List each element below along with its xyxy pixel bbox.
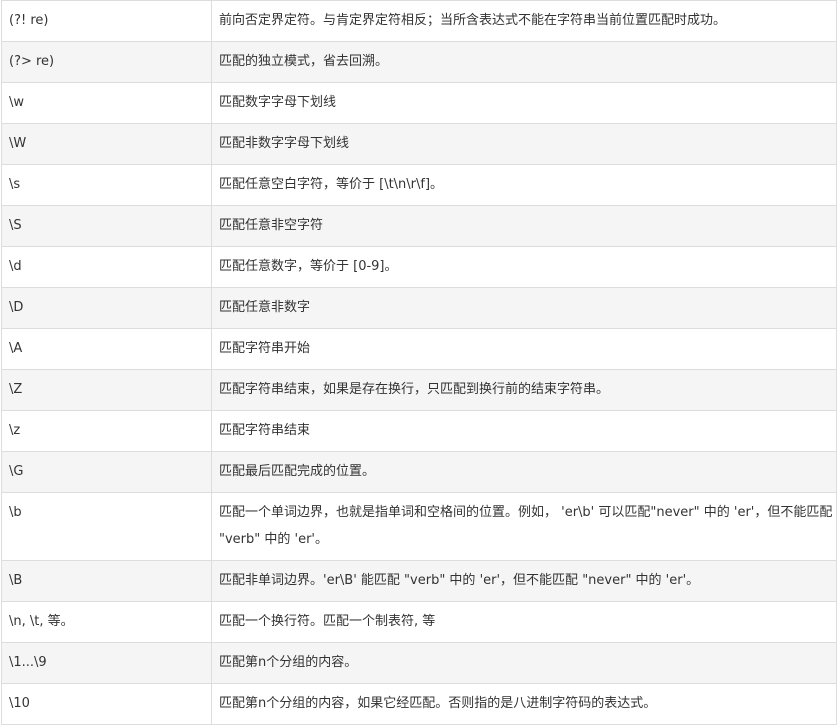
table-row: (?! re) 前向否定界定符。与肯定界定符相反；当所含表达式不能在字符串当前位… bbox=[1, 0, 837, 42]
pattern-cell: \W bbox=[1, 123, 212, 165]
table-row: \B 匹配非单词边界。'er\B' 能匹配 "verb" 中的 'er'，但不能… bbox=[1, 560, 837, 602]
table-row: \G 匹配最后匹配完成的位置。 bbox=[1, 451, 837, 493]
pattern-cell: \n, \t, 等。 bbox=[1, 601, 212, 643]
table-row: \b 匹配一个单词边界，也就是指单词和空格间的位置。例如， 'er\b' 可以匹… bbox=[1, 492, 837, 561]
description-cell: 匹配一个换行符。匹配一个制表符, 等 bbox=[211, 601, 837, 643]
table-row: \w 匹配数字字母下划线 bbox=[1, 82, 837, 124]
pattern-cell: \D bbox=[1, 287, 212, 329]
description-cell: 匹配第n个分组的内容，如果它经匹配。否则指的是八进制字符码的表达式。 bbox=[211, 683, 837, 725]
description-cell: 匹配非数字字母下划线 bbox=[211, 123, 837, 165]
regex-syntax-table: (?! re) 前向否定界定符。与肯定界定符相反；当所含表达式不能在字符串当前位… bbox=[1, 0, 837, 725]
description-cell: 前向否定界定符。与肯定界定符相反；当所含表达式不能在字符串当前位置匹配时成功。 bbox=[211, 0, 837, 42]
description-cell: 匹配任意非空字符 bbox=[211, 205, 837, 247]
description-cell: 匹配第n个分组的内容。 bbox=[211, 642, 837, 684]
table-row: (?> re) 匹配的独立模式，省去回溯。 bbox=[1, 41, 837, 83]
table-row: \s 匹配任意空白字符，等价于 [\t\n\r\f]。 bbox=[1, 164, 837, 206]
description-cell: 匹配任意非数字 bbox=[211, 287, 837, 329]
table-row: \W 匹配非数字字母下划线 bbox=[1, 123, 837, 165]
description-cell: 匹配字符串结束 bbox=[211, 410, 837, 452]
table-row: \S 匹配任意非空字符 bbox=[1, 205, 837, 247]
table-row: \D 匹配任意非数字 bbox=[1, 287, 837, 329]
pattern-cell: \b bbox=[1, 492, 212, 561]
description-cell: 匹配最后匹配完成的位置。 bbox=[211, 451, 837, 493]
table-row: \10 匹配第n个分组的内容，如果它经匹配。否则指的是八进制字符码的表达式。 bbox=[1, 683, 837, 725]
table-row: \1...\9 匹配第n个分组的内容。 bbox=[1, 642, 837, 684]
pattern-cell: \s bbox=[1, 164, 212, 206]
pattern-cell: \w bbox=[1, 82, 212, 124]
table-row: \z 匹配字符串结束 bbox=[1, 410, 837, 452]
pattern-cell: \G bbox=[1, 451, 212, 493]
pattern-cell: \10 bbox=[1, 683, 212, 725]
description-cell: 匹配任意空白字符，等价于 [\t\n\r\f]。 bbox=[211, 164, 837, 206]
description-cell: 匹配字符串开始 bbox=[211, 328, 837, 370]
table-row: \Z 匹配字符串结束，如果是存在换行，只匹配到换行前的结束字符串。 bbox=[1, 369, 837, 411]
description-cell: 匹配任意数字，等价于 [0-9]。 bbox=[211, 246, 837, 288]
pattern-cell: \S bbox=[1, 205, 212, 247]
pattern-cell: \d bbox=[1, 246, 212, 288]
pattern-cell: (?> re) bbox=[1, 41, 212, 83]
description-cell: 匹配非单词边界。'er\B' 能匹配 "verb" 中的 'er'，但不能匹配 … bbox=[211, 560, 837, 602]
table-row: \d 匹配任意数字，等价于 [0-9]。 bbox=[1, 246, 837, 288]
pattern-cell: \z bbox=[1, 410, 212, 452]
table-row: \n, \t, 等。 匹配一个换行符。匹配一个制表符, 等 bbox=[1, 601, 837, 643]
description-cell: 匹配字符串结束，如果是存在换行，只匹配到换行前的结束字符串。 bbox=[211, 369, 837, 411]
pattern-cell: \1...\9 bbox=[1, 642, 212, 684]
description-cell: 匹配数字字母下划线 bbox=[211, 82, 837, 124]
pattern-cell: \B bbox=[1, 560, 212, 602]
pattern-cell: \Z bbox=[1, 369, 212, 411]
description-cell: 匹配一个单词边界，也就是指单词和空格间的位置。例如， 'er\b' 可以匹配"n… bbox=[211, 492, 837, 561]
pattern-cell: (?! re) bbox=[1, 0, 212, 42]
description-cell: 匹配的独立模式，省去回溯。 bbox=[211, 41, 837, 83]
table-row: \A 匹配字符串开始 bbox=[1, 328, 837, 370]
pattern-cell: \A bbox=[1, 328, 212, 370]
